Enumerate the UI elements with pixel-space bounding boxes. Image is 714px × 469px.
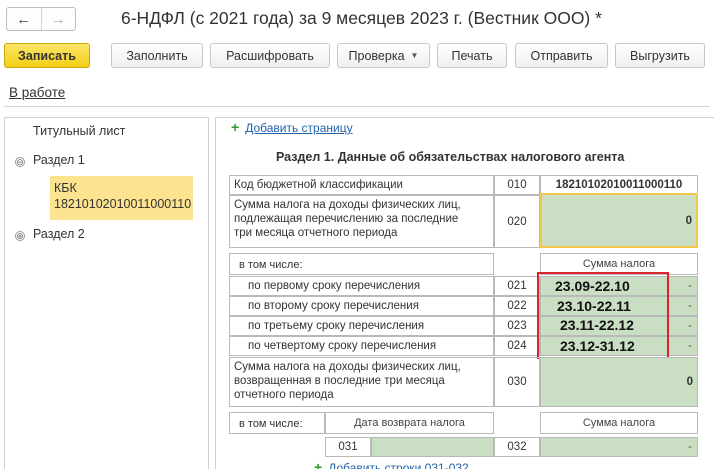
annotation-text: 23.11-22.12 [560, 317, 634, 333]
tree-item-title-page[interactable]: Титульный лист [33, 124, 125, 138]
arrow-left-icon: ← [16, 10, 32, 28]
term-1-label: по первому сроку перечисления [229, 276, 494, 296]
send-button-label: Отправить [530, 48, 593, 63]
plus-icon: + [314, 459, 323, 469]
kbk-label: Код бюджетной классификации [229, 175, 494, 195]
save-button-label: Записать [18, 48, 76, 63]
arrow-right-icon: → [50, 10, 66, 28]
status-link[interactable]: В работе [9, 85, 65, 100]
returned-sum-code: 030 [494, 357, 540, 407]
term-3-code: 023 [494, 316, 540, 336]
annotation-text: 23.10-22.11 [557, 298, 631, 314]
returned-sum-label-line: отчетного периода [234, 389, 334, 401]
term-2-code: 022 [494, 296, 540, 316]
window-title: 6-НДФЛ (с 2021 года) за 9 месяцев 2023 г… [121, 8, 602, 28]
divider [4, 106, 710, 107]
returned-sum-label-line: возвращенная в последние три месяца [234, 375, 445, 387]
back-button[interactable]: ← [7, 8, 41, 30]
caret-down-icon: ▼ [410, 51, 419, 60]
check-button-label: Проверка [348, 48, 405, 63]
returned-sum-field[interactable]: 0 [540, 357, 698, 407]
decode-button[interactable]: Расшифровать [210, 43, 330, 68]
fill-button-label: Заполнить [126, 48, 188, 63]
returned-sum-label-line: Сумма налога на доходы физических лиц, [234, 361, 461, 373]
history-nav: ← → [6, 7, 76, 31]
term-4-code: 024 [494, 336, 540, 356]
including-label: в том числе: [229, 253, 494, 275]
tree-item-label: КБК [54, 181, 77, 195]
tree-item-label: Раздел 1 [33, 153, 85, 167]
export-button[interactable]: Выгрузить [615, 43, 705, 68]
print-button[interactable]: Печать [437, 43, 507, 68]
add-page-label: Добавить страницу [245, 121, 353, 135]
including-label-2: в том числе: [229, 412, 325, 434]
add-rows-label: Добавить строки 031-032 [328, 461, 469, 469]
decode-button-label: Расшифровать [226, 48, 314, 63]
return-sum-field[interactable]: - [540, 437, 698, 457]
tax-sum-label-line: подлежащая перечислению за последние [234, 213, 459, 225]
fill-button[interactable]: Заполнить [111, 43, 203, 68]
return-date-field[interactable] [371, 437, 494, 457]
tax-sum-label-line: Сумма налога на доходы физических лиц, [234, 199, 461, 211]
plus-icon: + [231, 119, 240, 135]
print-button-label: Печать [451, 48, 493, 63]
save-button[interactable]: Записать [4, 43, 90, 68]
tax-sum-label: Сумма налога на доходы физических лиц, п… [229, 195, 494, 248]
collapse-icon[interactable]: ⊖ [15, 157, 25, 167]
add-rows-link[interactable]: + Добавить строки 031-032 [314, 459, 469, 469]
check-dropdown-button[interactable]: Проверка ▼ [337, 43, 430, 68]
export-button-label: Выгрузить [630, 48, 690, 63]
tax-sum-header-2: Сумма налога [540, 412, 698, 434]
term-3-label: по третьему сроку перечисления [229, 316, 494, 336]
return-date-header: Дата возврата налога [325, 412, 494, 434]
kbk-code: 010 [494, 175, 540, 195]
spacer-cell [494, 412, 540, 434]
tree-item-section-2[interactable]: ⊕ Раздел 2 [15, 227, 85, 241]
tax-sum-label-line: три месяца отчетного периода [234, 227, 398, 239]
tax-sum-code: 020 [494, 195, 540, 248]
send-button[interactable]: Отправить [515, 43, 608, 68]
tree-item-section-1[interactable]: ⊖ Раздел 1 [15, 153, 85, 167]
expand-icon[interactable]: ⊕ [15, 231, 25, 241]
add-page-link[interactable]: + Добавить страницу [231, 119, 353, 135]
tree-item-label: Раздел 2 [33, 227, 85, 241]
tree-item-sublabel: 18210102010011000110 [54, 197, 192, 211]
term-1-code: 021 [494, 276, 540, 296]
section-title: Раздел 1. Данные об обязательствах налог… [276, 150, 625, 164]
kbk-value-field[interactable]: 18210102010011000110 [540, 175, 698, 195]
row-031-code: 031 [325, 437, 371, 457]
annotation-text: 23.09-22.10 [555, 278, 630, 294]
tree-item-label: Титульный лист [33, 124, 126, 138]
row-032-code: 032 [494, 437, 540, 457]
tree-item-kbk[interactable]: КБК 18210102010011000110 [50, 176, 193, 220]
term-4-label: по четвертому сроку перечисления [229, 336, 494, 356]
returned-sum-label: Сумма налога на доходы физических лиц, в… [229, 357, 494, 407]
forward-button[interactable]: → [40, 8, 76, 30]
annotation-text: 23.12-31.12 [560, 338, 635, 354]
tax-sum-field[interactable]: 0 [540, 193, 698, 248]
sections-tree: Титульный лист ⊖ Раздел 1 КБК 18210102010… [4, 117, 209, 469]
term-2-label: по второму сроку перечисления [229, 296, 494, 316]
